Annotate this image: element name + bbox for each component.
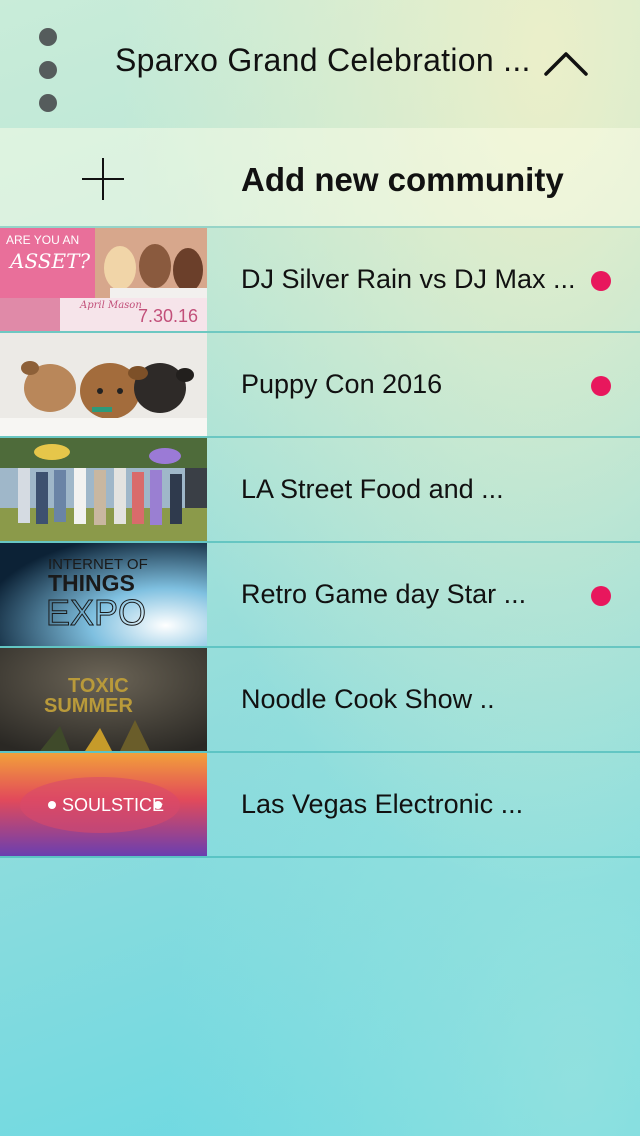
event-thumbnail: INTERNET OF THINGS EXPO (0, 543, 207, 646)
flyer-text-2: ASSET? (8, 249, 90, 273)
event-thumbnail (0, 333, 207, 436)
notification-badge (591, 271, 611, 291)
community-label: DJ Silver Rain vs DJ Max ... (241, 264, 576, 294)
event-thumbnail: ARE YOU AN ASSET? April Mason 7.30.16 (0, 228, 207, 331)
community-label: Las Vegas Electronic ... (241, 789, 524, 819)
community-label: Puppy Con 2016 (241, 369, 443, 399)
community-label: LA Street Food and ... (241, 474, 504, 504)
community-item[interactable]: SOULSTICE Las Vegas Electronic ... (0, 753, 640, 858)
flyer-text-date: 7.30.16 (138, 306, 198, 326)
soul-text: SOULSTICE (62, 795, 164, 815)
add-community-label: Add new community (241, 161, 564, 198)
community-item[interactable]: ARE YOU AN ASSET? April Mason 7.30.16 DJ… (0, 228, 640, 333)
notification-badge (591, 376, 611, 396)
menu-dot (39, 94, 57, 112)
event-thumbnail (0, 438, 207, 541)
community-label: Retro Game day Star ... (241, 579, 527, 609)
flyer-text-name: April Mason (79, 300, 142, 311)
event-thumbnail: TOXIC SUMMER (0, 648, 207, 751)
community-item[interactable]: Puppy Con 2016 (0, 333, 640, 438)
toxic-text-2: SUMMER (44, 695, 133, 717)
iot-text-3: EXPO (46, 592, 146, 633)
community-label: Noodle Cook Show .. (241, 684, 495, 714)
community-item[interactable]: LA Street Food and ... (0, 438, 640, 543)
chevron-up-icon[interactable] (540, 44, 592, 84)
plus-icon (80, 156, 126, 202)
event-thumbnail: SOULSTICE (0, 753, 207, 856)
add-community-button[interactable]: Add new community (0, 128, 640, 228)
header: Sparxo Grand Celebration ... (0, 0, 640, 128)
community-item[interactable]: INTERNET OF THINGS EXPO Retro Game day S… (0, 543, 640, 648)
more-vertical-icon[interactable] (28, 28, 68, 112)
community-title[interactable]: Sparxo Grand Celebration ... (115, 42, 535, 79)
menu-dot (39, 28, 57, 46)
community-item[interactable]: TOXIC SUMMER Noodle Cook Show .. (0, 648, 640, 753)
notification-badge (591, 586, 611, 606)
community-list: ARE YOU AN ASSET? April Mason 7.30.16 DJ… (0, 228, 640, 858)
menu-dot (39, 61, 57, 79)
toxic-text-1: TOXIC (68, 675, 129, 697)
flyer-text-1: ARE YOU AN (6, 233, 79, 247)
